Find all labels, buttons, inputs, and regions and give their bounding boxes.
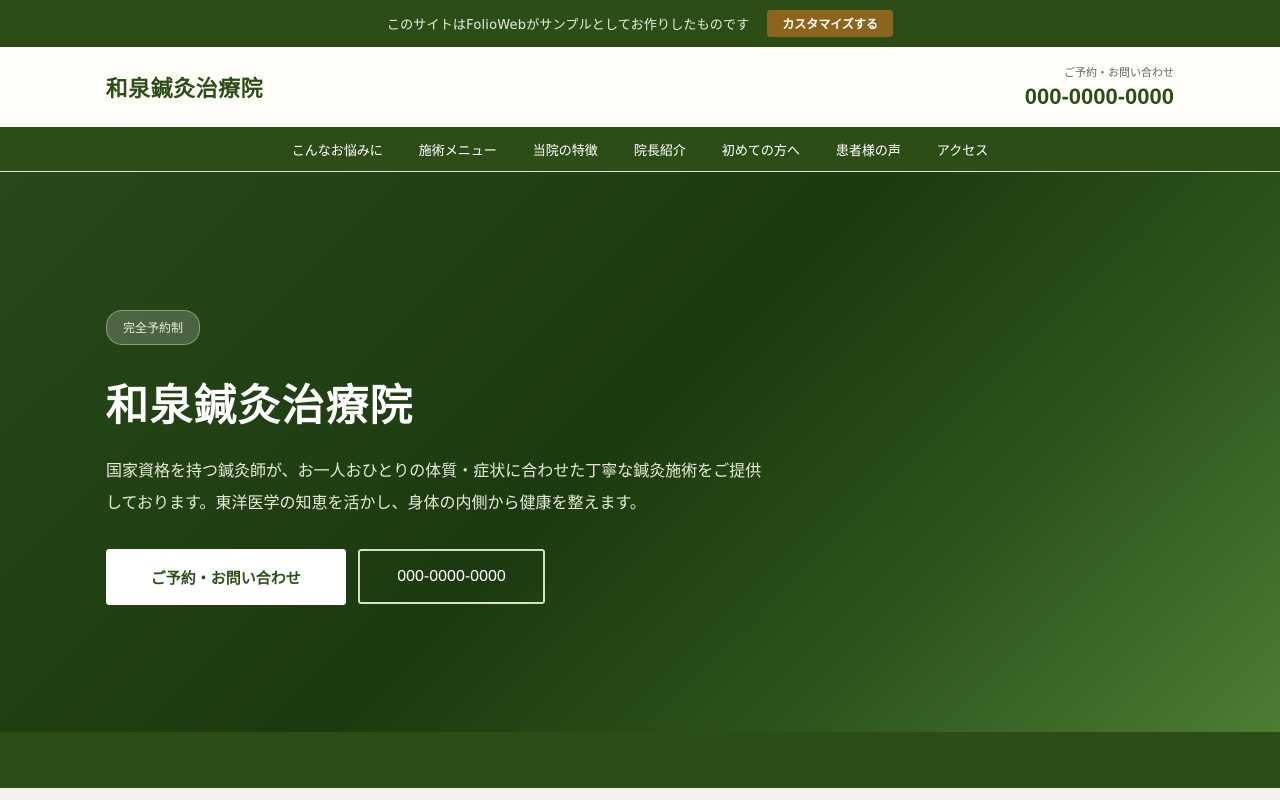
header-contact: ご予約・お問い合わせ 000-0000-0000 xyxy=(1025,64,1174,110)
section-band xyxy=(0,732,1280,788)
sample-notice-bar: このサイトはFolioWebがサンプルとしてお作りしたものです カスタマイズする xyxy=(0,0,1280,47)
nav-item-director[interactable]: 院長紹介 xyxy=(634,140,686,159)
reservation-badge: 完全予約制 xyxy=(106,310,201,345)
nav-item-concerns[interactable]: こんなお悩みに xyxy=(292,140,383,159)
main-nav: こんなお悩みに 施術メニュー 当院の特徴 院長紹介 初めての方へ 患者様の声 ア… xyxy=(0,127,1280,172)
customize-button[interactable]: カスタマイズする xyxy=(767,10,894,37)
hero-buttons: ご予約・お問い合わせ 000-0000-0000 xyxy=(106,549,1174,605)
nav-item-first-visit[interactable]: 初めての方へ xyxy=(722,140,800,159)
site-header: 和泉鍼灸治療院 ご予約・お問い合わせ 000-0000-0000 xyxy=(0,47,1280,127)
hero-title: 和泉鍼灸治療院 xyxy=(106,381,414,431)
hero-description: 国家資格を持つ鍼灸師が、お一人おひとりの体質・症状に合わせた丁寧な鍼灸施術をご提… xyxy=(106,461,762,512)
nav-item-access[interactable]: アクセス xyxy=(937,140,988,159)
contact-label: ご予約・お問い合わせ xyxy=(1064,66,1174,79)
contact-button[interactable]: ご予約・お問い合わせ xyxy=(106,549,346,605)
sample-notice-text: このサイトはFolioWebがサンプルとしてお作りしたものです xyxy=(386,18,750,33)
nav-item-menu[interactable]: 施術メニュー xyxy=(419,140,497,159)
phone-button[interactable]: 000-0000-0000 xyxy=(358,549,545,604)
hero-section: 完全予約制 和泉鍼灸治療院 国家資格を持つ鍼灸師が、お一人おひとりの体質・症状に… xyxy=(0,172,1280,732)
site-logo[interactable]: 和泉鍼灸治療院 xyxy=(106,71,264,103)
nav-item-testimonials[interactable]: 患者様の声 xyxy=(836,140,901,159)
header-phone-link[interactable]: 000-0000-0000 xyxy=(1025,84,1174,110)
next-section-edge xyxy=(0,788,1280,800)
nav-item-features[interactable]: 当院の特徴 xyxy=(533,140,598,159)
